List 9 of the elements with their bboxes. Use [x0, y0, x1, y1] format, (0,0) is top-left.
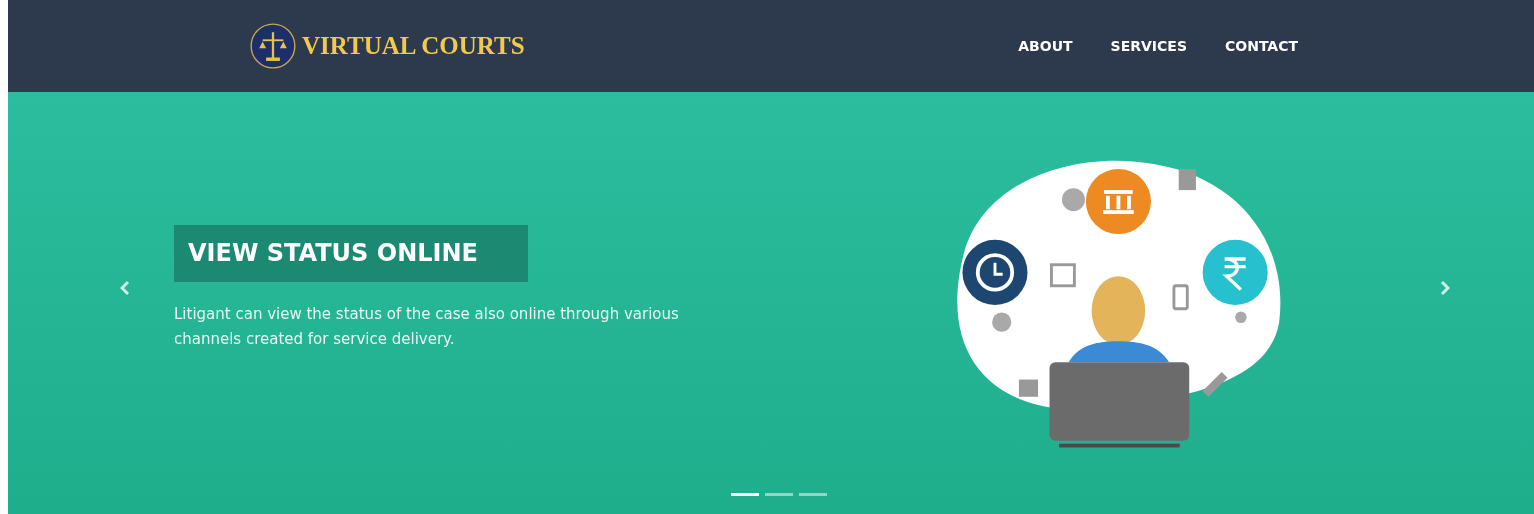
chevron-right-icon[interactable] [1440, 280, 1450, 296]
emblem-logo-icon [250, 23, 296, 69]
nav-link[interactable]: SERVICES [1110, 38, 1187, 54]
nav-link[interactable]: CONTACT [1225, 38, 1298, 54]
nav-link[interactable]: ABOUT [1018, 38, 1073, 54]
slide-title: VIEW STATUS ONLINE [174, 224, 528, 282]
chevron-left-icon[interactable] [120, 280, 130, 296]
site-logo-text[interactable]: VIRTUAL COURTS [302, 32, 525, 60]
slide-description: Litigant can view the status of the case also online through various channels created for service delivery. [174, 303, 680, 350]
